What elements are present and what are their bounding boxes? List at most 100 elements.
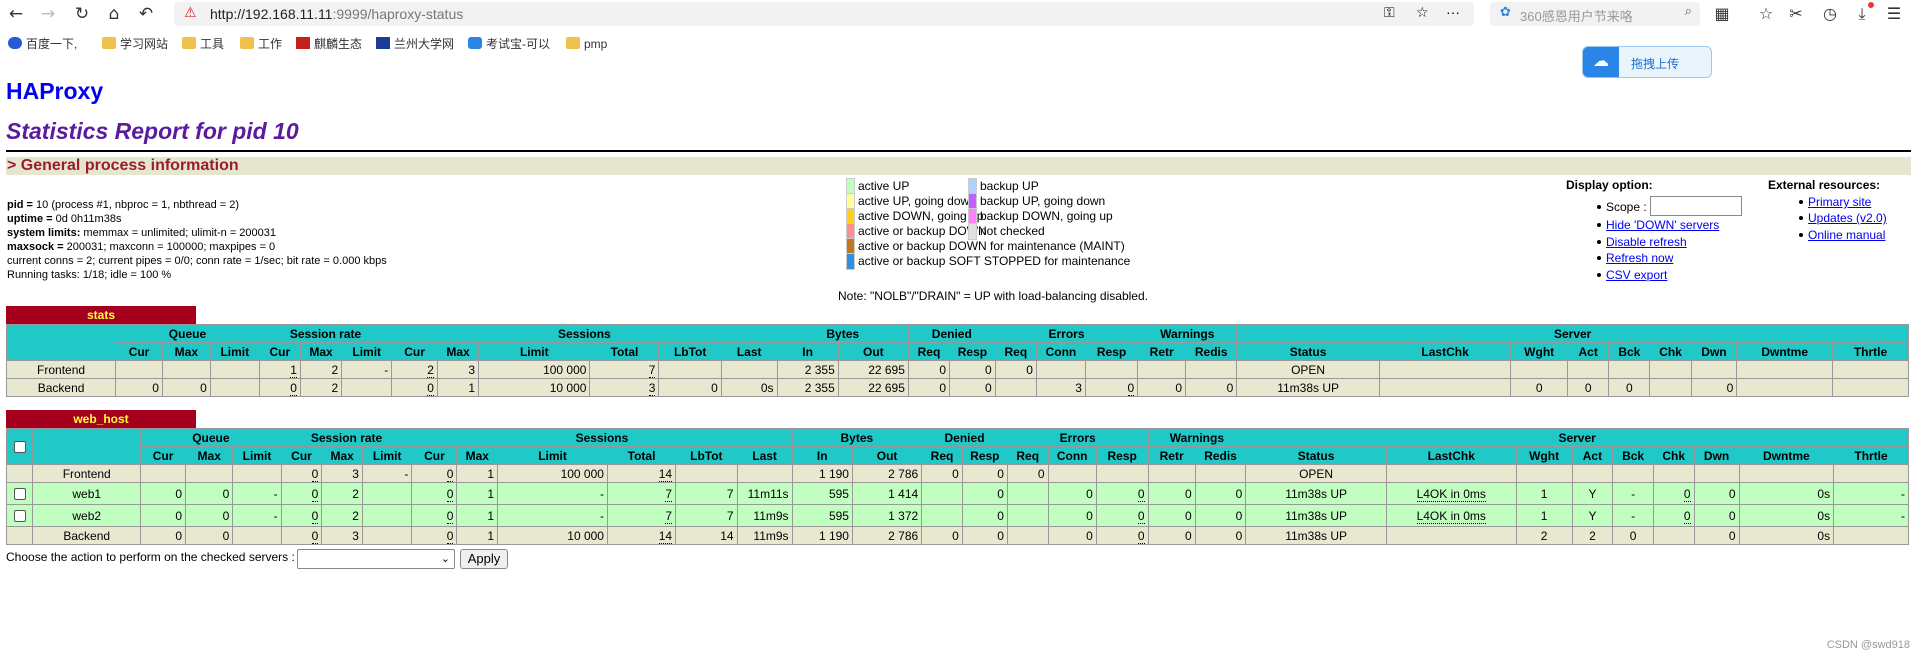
address-bar[interactable]: ⚠ http://192.168.11.11:9999/haproxy-stat… (174, 2, 1474, 26)
bookmark-item[interactable]: pmp (566, 34, 607, 54)
table-cell (1567, 360, 1610, 379)
table-cell: 0 (1047, 526, 1097, 545)
table-cell: 0 (1652, 504, 1695, 527)
back-icon[interactable]: ← (6, 4, 26, 24)
row-name[interactable]: Frontend (5, 360, 117, 379)
favorites-icon[interactable]: ☆ (1756, 4, 1776, 24)
bookmark-label: 考试宝-可以 (486, 37, 550, 51)
link-label[interactable]: Online manual (1808, 228, 1885, 242)
cell-value[interactable]: 0 (311, 508, 319, 524)
column-header: Wght (1515, 446, 1573, 465)
cell-value[interactable]: L4OK in 0ms (1416, 508, 1486, 524)
cell-value[interactable]: 2 (427, 362, 434, 378)
bookmark-item[interactable]: 考试宝-可以 (468, 34, 550, 54)
cell-value[interactable]: 0 (1683, 486, 1691, 502)
cell-value[interactable]: 0 (427, 380, 434, 396)
proxy-title-web-host[interactable]: web_host (6, 410, 196, 428)
updates-link[interactable]: Updates (v2.0) (1799, 211, 1887, 225)
history-icon[interactable]: ◷ (1820, 4, 1840, 24)
primary-site-link[interactable]: Primary site (1799, 195, 1871, 209)
cell-value[interactable]: L4OK in 0ms (1416, 486, 1486, 502)
bookmark-item[interactable]: 百度一下, (8, 34, 77, 54)
cell-value[interactable]: 0 (446, 486, 454, 502)
cell-value[interactable]: 7 (665, 508, 673, 524)
row-name[interactable]: web2 (32, 504, 142, 527)
row-checkbox[interactable] (13, 488, 26, 501)
cell-value[interactable]: 0 (446, 528, 454, 544)
cell-value[interactable]: 0 (1137, 486, 1145, 502)
link-label[interactable]: Disable refresh (1606, 235, 1687, 249)
search-input[interactable]: ✿ 360感恩用户节来咯 ⌕ (1490, 2, 1700, 26)
row-name[interactable]: Backend (32, 526, 142, 545)
action-select[interactable]: ⌄ (297, 549, 455, 569)
row-name[interactable]: Frontend (32, 464, 142, 483)
legend-label: active or backup SOFT STOPPED for mainte… (858, 254, 1131, 268)
select-all-checkbox[interactable] (13, 441, 26, 454)
column-header: Thrtle (1832, 342, 1909, 361)
hide-down-link[interactable]: Hide 'DOWN' servers (1597, 218, 1719, 232)
row-name[interactable]: Backend (5, 378, 117, 397)
cell-value[interactable]: 0 (446, 508, 454, 524)
cell-value[interactable]: 0 (311, 466, 319, 482)
home-icon[interactable]: ⌂ (104, 4, 124, 24)
more-icon[interactable]: ··· (1446, 4, 1460, 20)
row-name[interactable]: web1 (32, 482, 142, 505)
page-subtitle: Statistics Report for pid 10 (6, 118, 299, 144)
table-cell (1084, 360, 1139, 379)
table-cell: 0 (161, 378, 211, 397)
cell-value[interactable]: 0 (1137, 508, 1145, 524)
apps-icon[interactable]: ▦ (1712, 4, 1732, 24)
cell-value[interactable]: 0 (1683, 508, 1691, 524)
column-header: Last (736, 446, 793, 465)
cell-value[interactable]: 0 (311, 486, 319, 502)
cell-value[interactable]: 14 (658, 528, 673, 544)
disable-refresh-link[interactable]: Disable refresh (1597, 235, 1687, 249)
scope-label: Scope : (1606, 200, 1647, 214)
cell-value[interactable]: 7 (665, 486, 673, 502)
csv-export-link[interactable]: CSV export (1597, 268, 1667, 282)
table-cell (1510, 360, 1569, 379)
online-manual-link[interactable]: Online manual (1799, 228, 1885, 242)
link-label[interactable]: Updates (v2.0) (1808, 211, 1887, 225)
menu-icon[interactable]: ☰ (1884, 4, 1904, 24)
link-label[interactable]: CSV export (1606, 268, 1667, 282)
undo-icon[interactable]: ↶ (136, 4, 156, 24)
cell-value[interactable]: 0 (1137, 528, 1145, 544)
upload-widget[interactable]: ☁ 拖拽上传 (1582, 46, 1712, 78)
cell-value[interactable]: 7 (648, 362, 656, 378)
search-icon[interactable]: ⌕ (1685, 4, 1692, 19)
link-label[interactable]: Hide 'DOWN' servers (1606, 218, 1719, 232)
cell-value[interactable]: 1 (290, 362, 297, 378)
table-cell: 7 (589, 360, 660, 379)
cell-value[interactable]: 0 (446, 466, 454, 482)
scope-input[interactable] (1650, 196, 1742, 216)
table-cell: 3 (436, 360, 480, 379)
star-icon[interactable]: ☆ (1416, 5, 1429, 21)
cell-value[interactable]: 3 (648, 380, 656, 396)
page-title[interactable]: HAProxy (6, 78, 103, 105)
cell-value[interactable]: 0 (311, 528, 319, 544)
forward-icon[interactable]: → (38, 4, 58, 24)
not-secure-icon[interactable]: ⚠ (184, 5, 197, 21)
key-icon[interactable]: ⚿ (1384, 5, 1395, 21)
reload-icon[interactable]: ↻ (72, 4, 92, 24)
cell-value[interactable]: 14 (658, 466, 673, 482)
scissors-icon[interactable]: ✂ (1786, 4, 1806, 24)
bookmark-item[interactable]: 工具 (182, 34, 224, 54)
bookmark-item[interactable]: 兰州大学网 (376, 34, 454, 54)
cell-value[interactable]: 0 (1127, 380, 1135, 396)
bookmark-item[interactable]: 麒麟生态 (296, 34, 362, 54)
bookmark-item[interactable]: 工作 (240, 34, 282, 54)
column-header: Max (161, 342, 211, 361)
row-checkbox[interactable] (13, 510, 26, 523)
link-label[interactable]: Primary site (1808, 195, 1871, 209)
bookmark-item[interactable]: 学习网站 (102, 34, 168, 54)
cell-value[interactable]: 0 (290, 380, 297, 396)
table-cell: 7 (606, 504, 677, 527)
link-label[interactable]: Refresh now (1606, 251, 1673, 265)
proxy-title-stats[interactable]: stats (6, 306, 196, 324)
apply-button[interactable]: Apply (460, 549, 508, 569)
table-row: Frontend 1 2-2 3 100 000 7 2 355 22 695 0 0 0 OPEN (5, 360, 1909, 379)
refresh-now-link[interactable]: Refresh now (1597, 251, 1673, 265)
process-info-line: pid = 10 (process #1, nbproc = 1, nbthre… (7, 198, 387, 212)
